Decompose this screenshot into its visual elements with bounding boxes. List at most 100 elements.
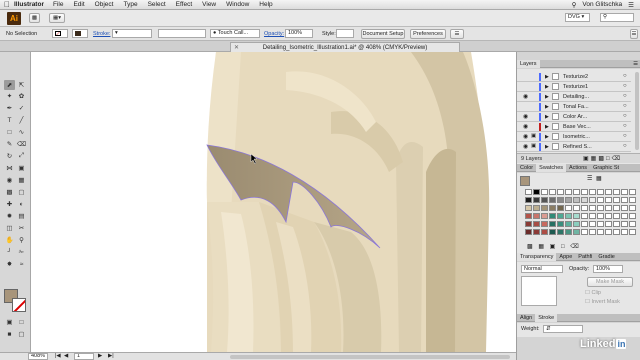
color-swatch[interactable] [605,213,612,219]
color-swatch[interactable] [525,213,532,219]
lasso-tool-icon[interactable]: ✿ [16,91,27,101]
layer-row[interactable]: ▶ Texturize1 ○ [517,82,631,92]
arrange-documents-icon[interactable]: ▦▾ [49,13,65,23]
target-icon[interactable]: ○ [623,103,627,109]
workspace-switcher[interactable]: DVG ▾ [565,13,590,22]
first-artboard-icon[interactable]: |◀ [55,353,61,359]
swatch-view-icons[interactable]: ☰ ▦ [587,175,603,182]
paintbrush-tool-icon[interactable]: ∿ [16,127,27,137]
prev-artboard-icon[interactable]: ◀ [64,353,68,359]
stroke-weight-field[interactable]: ▾ [112,29,152,38]
color-swatch[interactable] [613,189,620,195]
layer-row[interactable]: ▶ Tonal Fa... ○ [517,102,631,112]
variable-width-profile[interactable] [158,29,206,38]
color-swatch[interactable] [605,229,612,235]
color-swatch[interactable] [573,221,580,227]
preferences-button[interactable]: Preferences [410,29,446,39]
expand-icon[interactable]: ▶ [545,114,549,120]
opacity-label[interactable]: Opacity: [264,31,284,37]
color-swatch[interactable] [581,213,588,219]
color-swatch[interactable] [533,205,540,211]
layer-name[interactable]: Texturize2 [563,74,588,80]
magic-wand-tool-icon[interactable]: ✦ [4,91,15,101]
color-swatch[interactable] [565,229,572,235]
expand-icon[interactable]: ▶ [545,74,549,80]
expand-icon[interactable]: ▶ [545,134,549,140]
color-swatch[interactable] [581,205,588,211]
zoom-tool-icon[interactable]: ⚲ [16,235,27,245]
tab-appearance[interactable]: Appe [556,253,575,261]
color-swatch[interactable] [613,221,620,227]
color-swatch[interactable] [581,189,588,195]
curvature-tool-icon[interactable]: ✓ [16,103,27,113]
tab-actions[interactable]: Actions [566,164,590,172]
menu-edit[interactable]: Edit [73,1,84,8]
last-artboard-icon[interactable]: ▶| [108,353,114,359]
layer-row[interactable]: ◉ ▣ ▶ Isometric... ○ [517,132,631,142]
color-swatch[interactable] [533,197,540,203]
expand-icon[interactable]: ▶ [545,94,549,100]
artboard-tool-icon[interactable]: ◫ [4,223,15,233]
artboard-canvas[interactable] [31,52,516,352]
color-swatch[interactable] [629,189,636,195]
visibility-eye-icon[interactable]: ◉ [523,123,528,130]
menu-help[interactable]: Help [259,1,272,8]
layers-footer-icons[interactable]: ▣▦▩□⌫ [583,155,622,162]
menu-select[interactable]: Select [148,1,166,8]
scale-tool-icon[interactable]: ⤢ [16,151,27,161]
tab-layers[interactable]: Layers [517,59,540,68]
color-swatch[interactable] [573,189,580,195]
color-swatch[interactable] [597,229,604,235]
zoom-field[interactable]: 408% [28,353,48,360]
screen-mode-icon[interactable]: □ [16,317,27,327]
rotate-tool-icon[interactable]: ↻ [4,151,15,161]
layer-row[interactable]: ▶ Texturize2 ○ [517,72,631,82]
column-graph-tool-icon[interactable]: ▤ [16,211,27,221]
tab-gradient[interactable]: Gradie [595,253,618,261]
target-icon[interactable]: ○ [623,133,627,139]
color-swatch[interactable] [581,197,588,203]
color-swatch[interactable] [549,205,556,211]
visibility-eye-icon[interactable]: ◉ [523,143,528,150]
stroke-swatch[interactable] [72,29,88,38]
slice-tool-icon[interactable]: ✂ [16,223,27,233]
color-swatch[interactable] [573,205,580,211]
opacity-field[interactable]: 100% [593,265,623,273]
color-swatch[interactable] [525,221,532,227]
visibility-eye-icon[interactable]: ◉ [523,93,528,100]
stroke-color-box[interactable] [12,298,26,312]
color-swatch[interactable] [629,229,636,235]
layer-row[interactable]: ◉ ▶ Base Vec... ○ [517,122,631,132]
target-icon[interactable]: ○ [623,93,627,99]
fill-swatch[interactable] [52,29,68,38]
eyedropper-tool-icon[interactable]: ✚ [4,199,15,209]
document-tab[interactable]: ✕ Detailing_Isometric_Illustration1.ai* … [230,42,460,52]
next-artboard-icon[interactable]: ▶ [98,353,102,359]
menu-window[interactable]: Window [226,1,249,8]
color-swatch[interactable] [557,213,564,219]
color-swatch[interactable] [541,189,548,195]
swatch-footer-icons[interactable]: ▩ ▦ ▣ □ ⌫ [527,243,581,250]
invert-mask-checkbox[interactable]: ☐ Invert Mask [585,299,620,305]
target-icon[interactable]: ○ [623,123,627,129]
artboard-number-field[interactable]: 1 [74,353,94,360]
brush-definition[interactable]: ● Touch Call... [210,29,260,38]
color-swatch[interactable] [621,213,628,219]
tab-transparency[interactable]: Transparency [517,252,557,261]
blend-mode-select[interactable]: Normal [521,265,563,273]
layer-row[interactable]: ◉ ▶ Color Ar... ○ [517,112,631,122]
color-swatch[interactable] [597,213,604,219]
color-swatch[interactable] [613,197,620,203]
symbol-sprayer-tool-icon[interactable]: ✹ [4,211,15,221]
color-swatch[interactable] [549,221,556,227]
color-swatch[interactable] [533,213,540,219]
layer-name[interactable]: Refined S... [563,144,592,150]
layer-name[interactable]: Texturize1 [563,84,588,90]
arrange-icon[interactable]: ☰ [450,29,464,39]
close-icon[interactable]: ✕ [234,44,239,51]
target-icon[interactable]: ○ [623,83,627,89]
layer-name[interactable]: Base Vec... [563,124,591,130]
color-swatch[interactable] [541,205,548,211]
menu-app-name[interactable]: Illustrator [14,1,44,8]
color-swatch[interactable] [621,205,628,211]
